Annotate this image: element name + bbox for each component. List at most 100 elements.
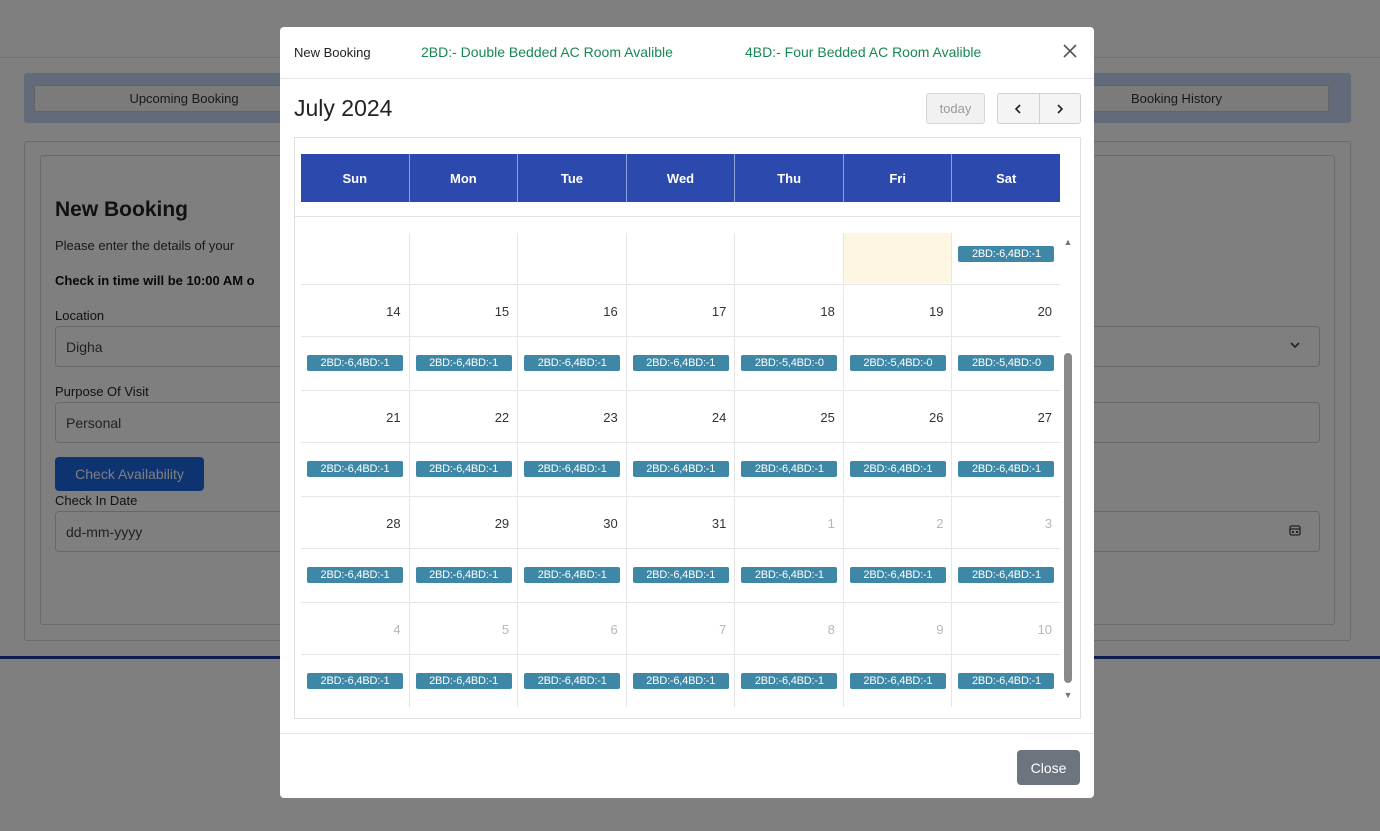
calendar-day[interactable]: 14 2BD:-6,4BD:-1 [301,285,409,389]
availability-badge[interactable]: 2BD:-6,4BD:-1 [415,461,512,477]
availability-badge[interactable]: 2BD:-5,4BD:-0 [741,355,838,371]
calendar-day[interactable]: 7 2BD:-6,4BD:-1 [625,603,735,707]
calendar-scrollbar[interactable]: ▲ ▼ [1061,233,1075,704]
calendar-day[interactable] [734,233,843,283]
day-divider [518,654,626,655]
calendar-day[interactable]: 25 2BD:-6,4BD:-1 [734,391,843,495]
prev-month-button[interactable] [998,94,1039,123]
availability-badge[interactable]: 2BD:-6,4BD:-1 [415,673,512,689]
calendar-day[interactable]: 9 2BD:-6,4BD:-1 [842,603,952,707]
today-button[interactable]: today [926,93,985,124]
day-divider [952,548,1061,549]
availability-badge[interactable]: 2BD:-6,4BD:-1 [741,567,838,583]
day-divider [301,548,409,549]
next-month-button[interactable] [1038,94,1081,123]
calendar-day[interactable]: 4 2BD:-6,4BD:-1 [301,603,409,707]
availability-badge[interactable]: 2BD:-6,4BD:-1 [307,461,403,477]
calendar-day[interactable]: 26 2BD:-6,4BD:-1 [842,391,952,495]
availability-badge[interactable]: 2BD:-5,4BD:-0 [849,355,946,371]
day-divider [735,548,843,549]
calendar-day[interactable]: 5 2BD:-6,4BD:-1 [408,603,518,707]
scroll-down-arrow-icon[interactable]: ▼ [1063,690,1073,700]
day-number: 10 [1037,622,1053,637]
availability-badge[interactable]: 2BD:-6,4BD:-1 [632,461,729,477]
calendar-grid: Sun Mon Tue Wed Thu Fri Sat 2BD:-6,4BD:-1 14 2BD… [294,137,1081,719]
availability-badge[interactable]: 2BD:-6,4BD:-1 [307,355,403,371]
modal-footer: Close [280,733,1094,798]
calendar-weeks: 2BD:-6,4BD:-1 14 2BD:-6,4BD:-1 15 2BD:-6,4BD… [301,233,1061,707]
day-divider [735,654,843,655]
availability-badge[interactable]: 2BD:-6,4BD:-1 [307,673,403,689]
calendar-day[interactable]: 24 2BD:-6,4BD:-1 [625,391,735,495]
calendar-day[interactable]: 2BD:-6,4BD:-1 [951,233,1060,283]
availability-badge[interactable]: 2BD:-6,4BD:-1 [741,461,838,477]
day-number: 6 [610,622,618,637]
availability-badge[interactable]: 2BD:-6,4BD:-1 [524,567,621,583]
calendar-day[interactable]: 23 2BD:-6,4BD:-1 [517,391,626,495]
calendar-day[interactable]: 21 2BD:-6,4BD:-1 [301,391,409,495]
day-number: 8 [827,622,835,637]
calendar-day[interactable]: 15 2BD:-6,4BD:-1 [408,285,518,389]
calendar-day[interactable]: 6 2BD:-6,4BD:-1 [517,603,626,707]
calendar-day[interactable] [301,233,409,283]
availability-badge[interactable]: 2BD:-6,4BD:-1 [958,461,1055,477]
day-number: 30 [603,516,618,531]
availability-badge[interactable]: 2BD:-6,4BD:-1 [958,567,1055,583]
close-button[interactable]: Close [1017,750,1080,785]
calendar-day[interactable]: 31 2BD:-6,4BD:-1 [625,497,735,601]
calendar-day-today[interactable] [842,233,952,283]
calendar-day[interactable]: 10 2BD:-6,4BD:-1 [951,603,1061,707]
calendar-day[interactable]: 29 2BD:-6,4BD:-1 [408,497,518,601]
weekday-header-wed: Wed [625,154,735,202]
availability-badge[interactable]: 2BD:-6,4BD:-1 [524,461,621,477]
availability-badge[interactable]: 2BD:-6,4BD:-1 [958,673,1055,689]
calendar-day[interactable]: 2 2BD:-6,4BD:-1 [842,497,952,601]
calendar-day[interactable] [625,233,735,283]
calendar-day[interactable] [517,233,626,283]
availability-badge[interactable]: 2BD:-6,4BD:-1 [632,567,729,583]
scrollbar-thumb[interactable] [1064,353,1072,683]
day-number: 1 [827,516,835,531]
weekday-header-sat: Sat [951,154,1061,202]
availability-badge[interactable]: 2BD:-6,4BD:-1 [849,567,946,583]
close-icon[interactable] [1058,39,1082,63]
availability-badge[interactable]: 2BD:-5,4BD:-0 [958,355,1055,371]
day-number: 22 [494,410,510,425]
availability-badge[interactable]: 2BD:-6,4BD:-1 [415,567,512,583]
day-divider [952,654,1061,655]
day-divider [626,442,735,443]
day-divider [626,654,735,655]
availability-badge[interactable]: 2BD:-6,4BD:-1 [632,355,729,371]
day-number: 21 [386,410,401,425]
calendar-day[interactable]: 1 2BD:-6,4BD:-1 [734,497,843,601]
day-divider [843,654,952,655]
calendar-day[interactable]: 20 2BD:-5,4BD:-0 [951,285,1061,389]
chevron-left-icon [1015,103,1021,114]
calendar-day[interactable]: 8 2BD:-6,4BD:-1 [734,603,843,707]
calendar-day[interactable]: 18 2BD:-5,4BD:-0 [734,285,843,389]
availability-badge[interactable]: 2BD:-6,4BD:-1 [415,355,512,371]
availability-badge[interactable]: 2BD:-6,4BD:-1 [524,355,621,371]
availability-badge[interactable]: 2BD:-6,4BD:-1 [741,673,838,689]
calendar-day[interactable]: 28 2BD:-6,4BD:-1 [301,497,409,601]
calendar-day[interactable]: 3 2BD:-6,4BD:-1 [951,497,1061,601]
weekday-header-thu: Thu [734,154,843,202]
calendar-day[interactable]: 27 2BD:-6,4BD:-1 [951,391,1061,495]
availability-badge[interactable]: 2BD:-6,4BD:-1 [632,673,729,689]
calendar-day[interactable]: 30 2BD:-6,4BD:-1 [517,497,626,601]
availability-badge[interactable]: 2BD:-6,4BD:-1 [958,246,1055,262]
day-number: 19 [929,304,944,319]
calendar-day[interactable] [408,233,518,283]
availability-badge[interactable]: 2BD:-6,4BD:-1 [307,567,403,583]
calendar-day[interactable]: 19 2BD:-5,4BD:-0 [842,285,952,389]
calendar-week-row: 21 2BD:-6,4BD:-1 22 2BD:-6,4BD:-1 23 2BD:-6,4… [301,390,1061,495]
day-divider [843,336,952,337]
availability-badge[interactable]: 2BD:-6,4BD:-1 [849,673,946,689]
availability-badge[interactable]: 2BD:-6,4BD:-1 [524,673,621,689]
calendar-day[interactable]: 22 2BD:-6,4BD:-1 [408,391,518,495]
calendar-day[interactable]: 16 2BD:-6,4BD:-1 [517,285,626,389]
availability-badge[interactable]: 2BD:-6,4BD:-1 [849,461,946,477]
scroll-up-arrow-icon[interactable]: ▲ [1063,237,1073,247]
weekday-header-mon: Mon [408,154,518,202]
calendar-day[interactable]: 17 2BD:-6,4BD:-1 [625,285,735,389]
